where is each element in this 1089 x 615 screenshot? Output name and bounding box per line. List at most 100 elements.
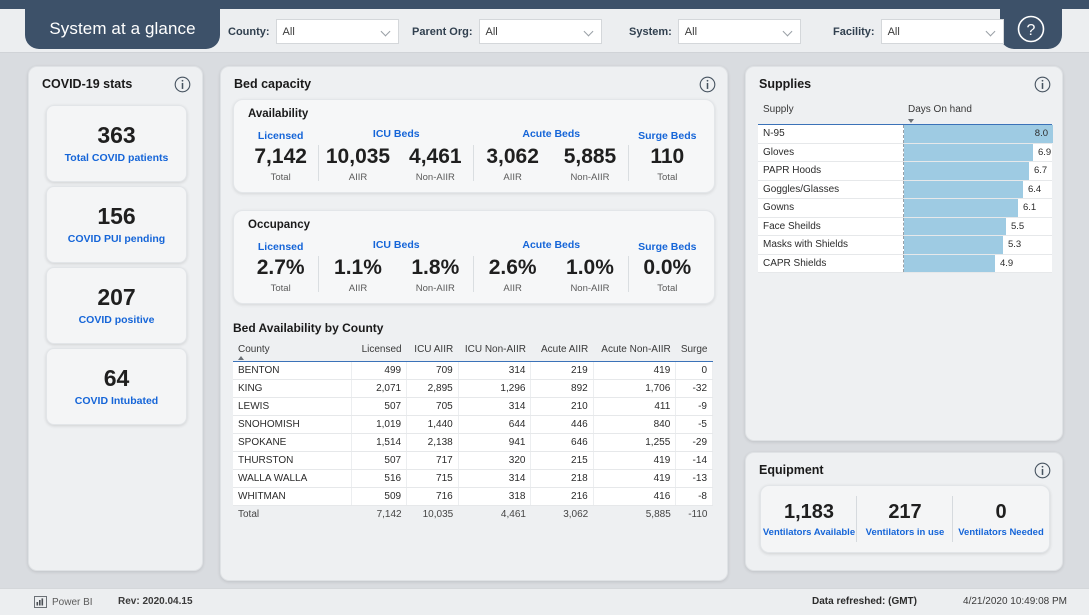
metric-value: 10,035 xyxy=(325,145,391,169)
occupancy-metrics: Licensed 2.7% Total 1.1% AIIR 1.8% Non-A… xyxy=(242,239,706,296)
cell-county: SPOKANE xyxy=(233,433,352,452)
column-header-supply[interactable]: Supply xyxy=(763,104,794,115)
column-header-county[interactable]: County xyxy=(233,341,352,362)
metric-sub-label: Total xyxy=(657,171,678,183)
cell-value: -9 xyxy=(675,397,713,416)
metric-occupancy-surge-total[interactable]: Surge Beds 0.0% Total xyxy=(629,239,706,296)
metric-availability-surge-total[interactable]: Surge Beds 110 Total xyxy=(629,128,706,185)
table-row[interactable]: SNOHOMISH 1,019 1,440 644 446 840 -5 xyxy=(233,415,713,434)
info-icon[interactable] xyxy=(699,76,716,93)
stat-value: 363 xyxy=(97,122,136,149)
stat-value: 207 xyxy=(97,284,136,311)
supply-row[interactable]: Gowns 6.1 xyxy=(758,199,1052,218)
filter-county-value: All xyxy=(282,25,295,38)
supply-row[interactable]: Gloves 6.9 xyxy=(758,143,1052,162)
cell-county: WHITMAN xyxy=(233,487,352,506)
metric-sub-label: Non-AIIR xyxy=(415,171,455,183)
cell-value: -29 xyxy=(675,433,713,452)
equipment-label: Ventilators Available xyxy=(762,526,856,538)
stat-value: 156 xyxy=(97,203,136,230)
supply-name: CAPR Shields xyxy=(763,257,827,269)
column-header-acute-non-aiir[interactable]: Acute Non-AIIR xyxy=(593,341,676,362)
svg-text:?: ? xyxy=(1027,22,1036,39)
column-header-licensed[interactable]: Licensed xyxy=(351,341,407,362)
power-bi-branding[interactable]: Power BI xyxy=(34,596,93,608)
filter-facility[interactable]: Facility: All xyxy=(833,19,1004,44)
info-icon[interactable] xyxy=(174,76,191,93)
table-row[interactable]: WALLA WALLA 516 715 314 218 419 -13 xyxy=(233,469,713,488)
equipment-ventilators-needed[interactable]: 0 Ventilators Needed xyxy=(953,486,1049,552)
supply-name: Face Sheilds xyxy=(763,220,821,232)
equipment-ventilators-available[interactable]: 1,183 Ventilators Available xyxy=(761,486,857,552)
page-title-tab: System at a glance xyxy=(25,9,220,49)
metric-value: 1.8% xyxy=(411,256,460,280)
cell-total-label: Total xyxy=(233,505,352,523)
supply-row[interactable]: Goggles/Glasses 6.4 xyxy=(758,180,1052,199)
column-header-icu-aiir[interactable]: ICU AIIR xyxy=(406,341,459,362)
stat-card-covid-pui-pending[interactable]: 156 COVID PUI pending xyxy=(46,186,187,263)
equipment-title: Equipment xyxy=(759,463,824,477)
supply-row[interactable]: N-95 8.0 xyxy=(758,125,1053,144)
supply-bar-track: 6.4 xyxy=(903,180,1052,198)
table-row[interactable]: WHITMAN 509 716 318 216 416 -8 xyxy=(233,487,713,506)
column-header-acute-aiir[interactable]: Acute AIIR xyxy=(530,341,594,362)
cell-value: 1,255 xyxy=(593,433,677,452)
filter-parent-org[interactable]: Parent Org: All xyxy=(412,19,602,44)
metric-sub-label: AIIR xyxy=(348,282,368,294)
supply-value: 8.0 xyxy=(1034,128,1048,139)
supply-name: PAPR Hoods xyxy=(763,165,822,176)
cell-value: -13 xyxy=(675,469,713,488)
stat-card-covid-intubated[interactable]: 64 COVID Intubated xyxy=(46,348,187,425)
metric-value: 7,142 xyxy=(254,145,307,169)
supply-value: 6.9 xyxy=(1038,146,1052,158)
supplies-table-header: Supply Days On hand xyxy=(758,103,1052,125)
info-icon[interactable] xyxy=(1034,462,1051,479)
cell-value: 1,440 xyxy=(406,415,459,434)
cell-value: 2,071 xyxy=(351,379,408,398)
column-header-icu-non-aiir[interactable]: ICU Non-AIIR xyxy=(458,341,531,362)
cell-value: 318 xyxy=(458,487,532,506)
supply-row[interactable]: PAPR Hoods 6.7 xyxy=(758,162,1052,181)
cell-county: SNOHOMISH xyxy=(233,415,352,434)
table-row[interactable]: THURSTON 507 717 320 215 419 -14 xyxy=(233,451,713,470)
metric-sub-label: Total xyxy=(270,171,291,183)
info-icon[interactable] xyxy=(1034,76,1051,93)
supply-bar-track: 6.9 xyxy=(903,143,1052,161)
metric-value: 1.0% xyxy=(566,256,614,280)
cell-value: 507 xyxy=(351,451,408,470)
supply-bar xyxy=(904,199,1018,217)
metric-occupancy-licensed-total[interactable]: Licensed 2.7% Total xyxy=(242,239,320,296)
supply-row[interactable]: CAPR Shields 4.9 xyxy=(758,254,1052,273)
equipment-ventilators-in-use[interactable]: 217 Ventilators in use xyxy=(857,486,953,552)
supply-row[interactable]: Masks with Shields 5.3 xyxy=(758,236,1052,255)
cell-value: 314 xyxy=(458,361,532,380)
bed-capacity-title: Bed capacity xyxy=(234,77,312,91)
table-row[interactable]: BENTON 499 709 314 219 419 0 xyxy=(233,361,713,380)
filter-system[interactable]: System: All xyxy=(629,19,801,44)
metric-value: 2.6% xyxy=(488,256,537,280)
availability-title: Availability xyxy=(248,108,309,120)
stat-card-total-covid-patients[interactable]: 363 Total COVID patients xyxy=(46,105,187,182)
metric-availability-licensed-total[interactable]: Licensed 7,142 Total xyxy=(242,128,320,185)
filter-system-dropdown[interactable]: All xyxy=(677,19,801,44)
help-button[interactable]: ? xyxy=(1000,9,1062,49)
stat-card-covid-positive[interactable]: 207 COVID positive xyxy=(46,267,187,344)
table-row[interactable]: SPOKANE 1,514 2,138 941 646 1,255 -29 xyxy=(233,433,713,452)
filter-county-dropdown[interactable]: All xyxy=(275,19,399,44)
cell-value: 2,138 xyxy=(406,433,459,452)
sort-descending-icon xyxy=(908,119,914,123)
data-refreshed-label: Data refreshed: (GMT) xyxy=(811,596,917,607)
column-header-days-on-hand[interactable]: Days On hand xyxy=(908,104,972,115)
supply-row[interactable]: Face Sheilds 5.5 xyxy=(758,217,1052,236)
supply-bar xyxy=(904,217,1006,235)
cell-value: 1,514 xyxy=(351,433,408,452)
table-row[interactable]: KING 2,071 2,895 1,296 892 1,706 -32 xyxy=(233,379,713,398)
filter-facility-dropdown[interactable]: All xyxy=(880,19,1004,44)
table-row[interactable]: LEWIS 507 705 314 210 411 -9 xyxy=(233,397,713,416)
filter-county[interactable]: County: All xyxy=(228,19,399,44)
metric-group-label: Surge Beds xyxy=(638,241,697,254)
column-header-surge[interactable]: Surge xyxy=(675,341,713,362)
cell-value: 419 xyxy=(593,361,677,380)
filter-parent-org-dropdown[interactable]: All xyxy=(478,19,602,44)
supply-bar xyxy=(904,236,1003,254)
